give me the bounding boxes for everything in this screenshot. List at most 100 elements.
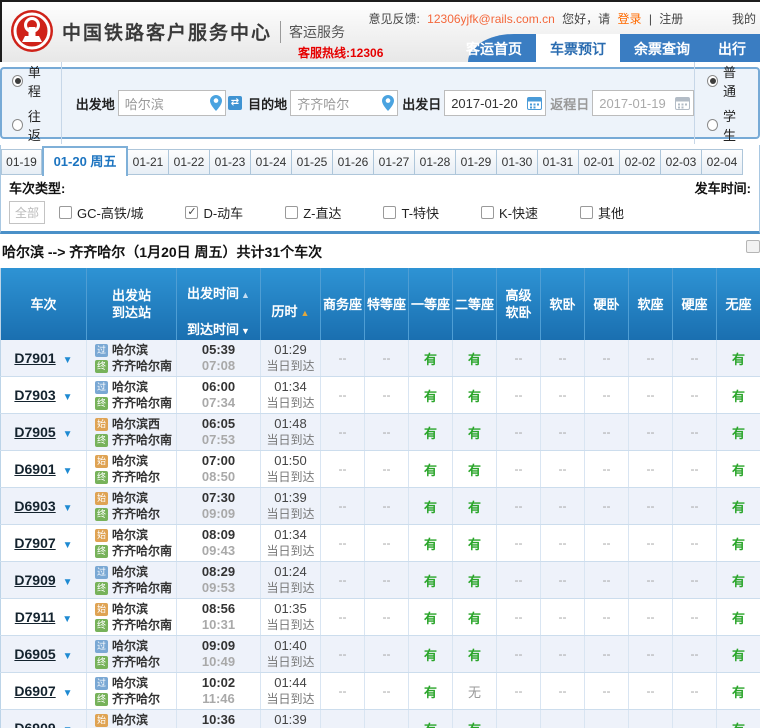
radio-option[interactable]: 普通 <box>707 62 746 100</box>
seat-availability-cell[interactable]: 有 <box>716 487 760 525</box>
swap-stations-icon[interactable]: ⇄ <box>227 96 243 110</box>
date-tab-01-19[interactable]: 01-19 <box>1 149 42 175</box>
train-number-link[interactable]: D7903 <box>14 387 55 403</box>
seat-availability-cell[interactable]: 有 <box>408 561 453 599</box>
train-number-link[interactable]: D6905 <box>14 646 55 662</box>
seat-availability-cell[interactable]: 有 <box>716 413 760 451</box>
seat-availability-cell[interactable]: 有 <box>408 376 453 414</box>
seat-availability-cell[interactable]: 有 <box>452 487 497 525</box>
checkbox-icon[interactable] <box>580 206 594 219</box>
train-number-link[interactable]: D7905 <box>14 424 55 440</box>
seat-availability-cell[interactable]: 有 <box>452 524 497 562</box>
seat-availability-cell[interactable]: 有 <box>408 524 453 562</box>
checkbox-icon[interactable] <box>285 206 299 219</box>
sort-asc-icon[interactable]: ▲ <box>241 290 250 300</box>
clipped-checkbox[interactable] <box>746 240 760 253</box>
date-tab-01-31[interactable]: 01-31 <box>538 149 579 175</box>
date-tab-02-04[interactable]: 02-04 <box>702 149 743 175</box>
chevron-down-icon[interactable]: ▼ <box>62 614 72 625</box>
date-tab-02-03[interactable]: 02-03 <box>661 149 702 175</box>
seat-availability-cell[interactable]: 有 <box>716 524 760 562</box>
seat-availability-cell[interactable]: 有 <box>408 635 453 673</box>
chevron-down-icon[interactable]: ▼ <box>63 503 73 514</box>
chevron-down-icon[interactable]: ▼ <box>63 651 73 662</box>
seat-availability-cell[interactable]: 有 <box>452 561 497 599</box>
radio-icon[interactable] <box>707 119 719 131</box>
train-type-checkbox[interactable]: K-快速 <box>481 203 538 222</box>
radio-option[interactable]: 学生 <box>707 106 746 144</box>
train-type-checkbox[interactable]: GC-高铁/城 <box>59 203 143 222</box>
date-tab-01-23[interactable]: 01-23 <box>210 149 251 175</box>
radio-icon[interactable] <box>12 75 23 87</box>
seat-availability-cell[interactable]: 有 <box>408 598 453 636</box>
radio-option[interactable]: 单程 <box>12 62 51 100</box>
seat-availability-cell[interactable]: 有 <box>716 635 760 673</box>
checkbox-icon[interactable] <box>383 206 397 219</box>
date-tab-01-21[interactable]: 01-21 <box>128 149 169 175</box>
radio-icon[interactable] <box>12 119 23 131</box>
nav-tab-余票查询[interactable]: 余票查询 <box>620 34 704 62</box>
col-times[interactable]: 出发时间 ▲ 到达时间 ▼ <box>176 268 261 340</box>
date-tab-01-24[interactable]: 01-24 <box>251 149 292 175</box>
col-train-no[interactable]: 车次 <box>0 268 87 340</box>
seat-availability-cell[interactable]: 有 <box>408 413 453 451</box>
login-link[interactable]: 登录 <box>617 12 641 26</box>
chevron-down-icon[interactable]: ▼ <box>63 466 73 477</box>
seat-availability-cell[interactable]: 有 <box>716 598 760 636</box>
nav-tab-出行[interactable]: 出行 <box>704 34 760 62</box>
date-tab-01-22[interactable]: 01-22 <box>169 149 210 175</box>
checkbox-icon[interactable]: ✓ <box>185 206 199 219</box>
checkbox-icon[interactable] <box>481 206 495 219</box>
filter-all-button[interactable]: 全部 <box>9 201 46 224</box>
seat-availability-cell[interactable]: 有 <box>716 450 760 488</box>
train-type-checkbox[interactable]: T-特快 <box>383 203 439 222</box>
date-tab-01-25[interactable]: 01-25 <box>292 149 333 175</box>
train-type-checkbox[interactable]: Z-直达 <box>285 203 341 222</box>
checkbox-icon[interactable] <box>59 206 73 219</box>
date-tab-01-27[interactable]: 01-27 <box>374 149 415 175</box>
seat-availability-cell[interactable]: 有 <box>716 561 760 599</box>
date-tab-02-02[interactable]: 02-02 <box>620 149 661 175</box>
train-number-link[interactable]: D6901 <box>14 461 55 477</box>
train-type-checkbox[interactable]: 其他 <box>580 203 624 222</box>
chevron-down-icon[interactable]: ▼ <box>63 577 73 588</box>
date-tab-02-01[interactable]: 02-01 <box>579 149 620 175</box>
seat-availability-cell[interactable]: 有 <box>408 340 453 377</box>
chevron-down-icon[interactable]: ▼ <box>63 429 73 440</box>
calendar-icon[interactable] <box>527 96 543 110</box>
seat-availability-cell[interactable]: 有 <box>452 376 497 414</box>
date-tab-01-26[interactable]: 01-26 <box>333 149 374 175</box>
my-account-link[interactable]: 我的 <box>732 12 756 26</box>
chevron-down-icon[interactable]: ▼ <box>63 355 73 366</box>
feedback-email-link[interactable]: 12306yjfk@rails.com.cn <box>427 12 555 26</box>
train-type-checkbox[interactable]: ✓ D-动车 <box>185 203 243 222</box>
seat-availability-cell[interactable]: 有 <box>716 340 760 377</box>
seat-availability-cell[interactable]: 有 <box>408 487 453 525</box>
seat-availability-cell[interactable]: 有 <box>452 598 497 636</box>
train-number-link[interactable]: D7909 <box>14 572 55 588</box>
train-number-link[interactable]: D7911 <box>15 609 55 625</box>
nav-tab-客运首页[interactable]: 客运首页 <box>452 34 536 62</box>
date-tab-01-29[interactable]: 01-29 <box>456 149 497 175</box>
seat-availability-cell[interactable]: 有 <box>452 450 497 488</box>
sort-duration-icon[interactable]: ▲ <box>301 308 310 318</box>
chevron-down-icon[interactable]: ▼ <box>63 392 73 403</box>
seat-availability-cell[interactable]: 有 <box>452 709 497 728</box>
nav-tab-车票预订[interactable]: 车票预订 <box>536 34 620 62</box>
chevron-down-icon[interactable]: ▼ <box>63 540 73 551</box>
radio-option[interactable]: 往返 <box>12 106 51 144</box>
col-duration[interactable]: 历时 ▲ <box>260 268 321 340</box>
date-tab-01-20[interactable]: 01-20 周五 <box>42 146 128 176</box>
train-number-link[interactable]: D6909 <box>14 720 55 728</box>
seat-availability-cell[interactable]: 有 <box>408 450 453 488</box>
seat-availability-cell[interactable]: 有 <box>452 340 497 377</box>
radio-icon[interactable] <box>707 75 719 87</box>
seat-availability-cell[interactable]: 有 <box>452 413 497 451</box>
train-number-link[interactable]: D7901 <box>14 350 55 366</box>
seat-availability-cell[interactable]: 有 <box>452 635 497 673</box>
register-link[interactable]: 注册 <box>659 12 683 26</box>
seat-availability-cell[interactable]: 有 <box>408 709 453 728</box>
seat-availability-cell[interactable]: 有 <box>716 709 760 728</box>
seat-availability-cell[interactable]: 有 <box>408 672 453 710</box>
seat-availability-cell[interactable]: 有 <box>716 376 760 414</box>
